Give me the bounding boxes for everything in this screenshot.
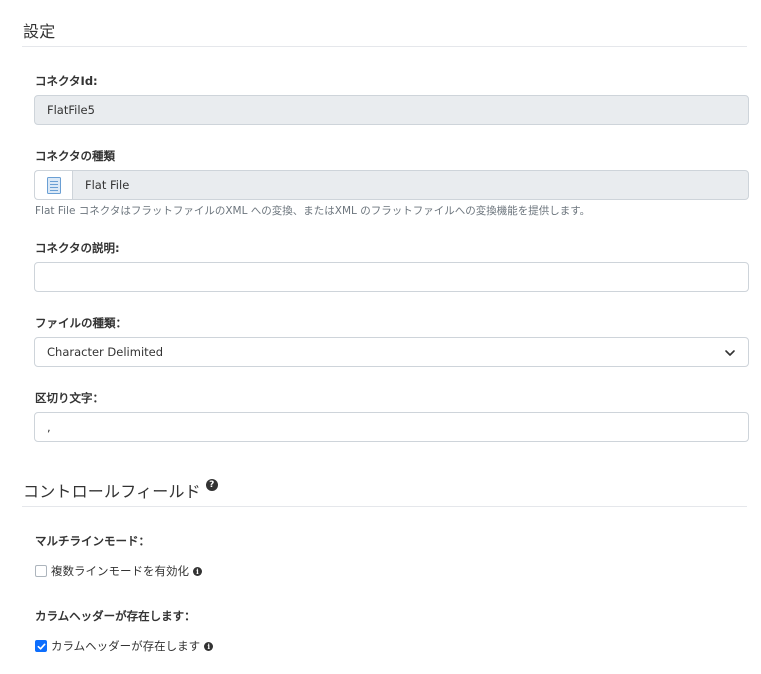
checkmark-icon <box>37 643 45 650</box>
connector-type-group: Flat File <box>34 170 749 200</box>
multiline-checkbox-label[interactable]: 複数ラインモードを有効化 <box>51 563 189 579</box>
settings-section-title: 設定 <box>23 22 56 41</box>
description-input[interactable] <box>34 262 749 292</box>
connector-type-help: Flat File コネクタはフラットファイルのXML への変換、またはXML … <box>35 205 591 217</box>
control-fields-divider <box>22 506 747 507</box>
file-type-selected: Character Delimited <box>47 345 164 359</box>
flat-file-icon <box>34 170 72 200</box>
connector-type-value: Flat File <box>85 178 130 192</box>
delimiter-value: , <box>47 420 51 434</box>
delimiter-input[interactable]: , <box>34 412 749 442</box>
header-label: カラムヘッダーが存在します： <box>35 609 196 623</box>
control-fields-section-title: コントロールフィールド? <box>23 478 218 502</box>
header-check-row: カラムヘッダーが存在します i <box>35 638 214 654</box>
file-type-select[interactable]: Character Delimited <box>34 337 749 367</box>
connector-type-field[interactable]: Flat File <box>72 170 749 200</box>
chevron-down-icon <box>725 350 735 356</box>
multiline-checkbox[interactable] <box>35 565 47 577</box>
header-checkbox-label[interactable]: カラムヘッダーが存在します <box>51 638 200 654</box>
description-label: コネクタの説明: <box>35 241 120 255</box>
info-icon[interactable]: i <box>193 567 202 576</box>
multiline-label: マルチラインモード： <box>35 534 150 548</box>
header-checkbox[interactable] <box>35 640 47 652</box>
connector-id-label: コネクタId: <box>35 74 98 88</box>
info-icon[interactable]: i <box>204 642 214 651</box>
file-type-label: ファイルの種類： <box>35 316 127 330</box>
connector-id-value: FlatFile5 <box>47 103 95 117</box>
connector-id-field[interactable]: FlatFile5 <box>34 95 749 125</box>
settings-divider <box>22 46 747 47</box>
control-fields-title-text: コントロールフィールド <box>23 482 201 501</box>
delimiter-label: 区切り文字： <box>35 391 104 405</box>
help-question-icon[interactable]: ? <box>205 479 218 491</box>
connector-type-label: コネクタの種類 <box>35 149 116 163</box>
multiline-check-row: 複数ラインモードを有効化 i <box>35 563 202 579</box>
